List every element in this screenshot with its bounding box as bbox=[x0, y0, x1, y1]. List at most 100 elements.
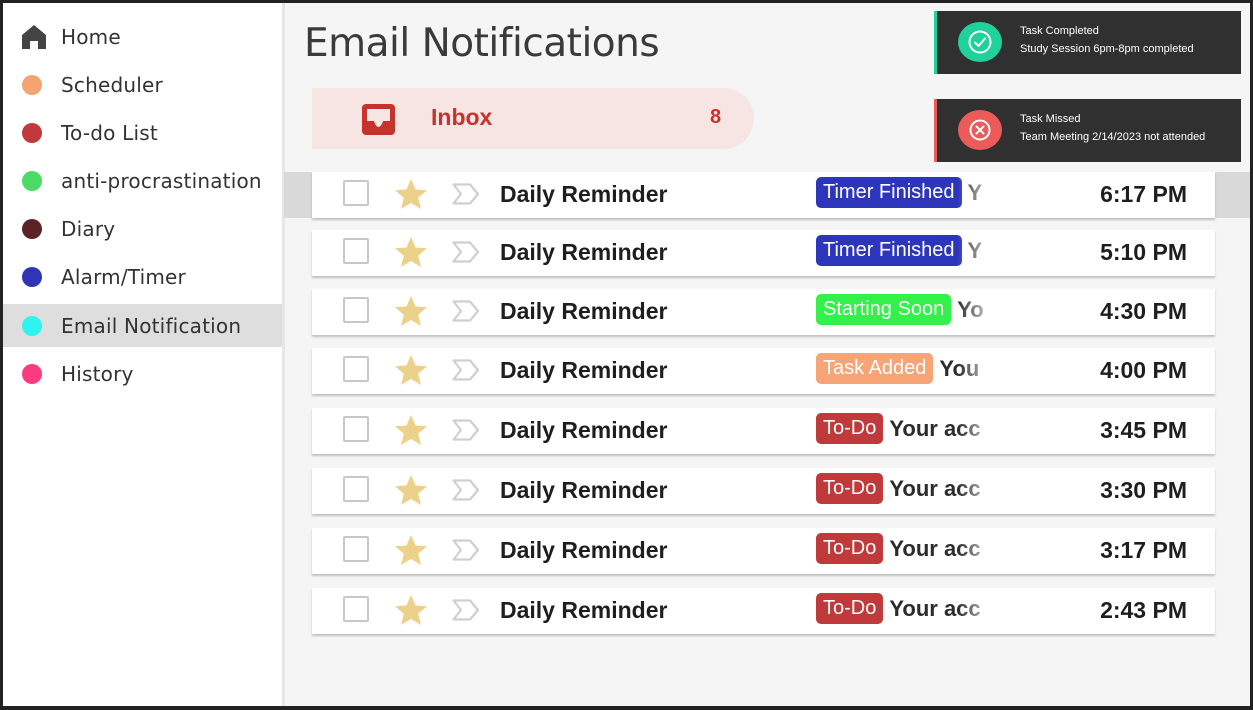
email-subject: To-Do Your acc bbox=[816, 413, 998, 449]
star-icon[interactable] bbox=[394, 295, 428, 327]
toast-task-completed[interactable]: Task Completed Study Session 6pm-8pm com… bbox=[934, 11, 1241, 74]
inbox-tab[interactable]: Inbox 8 bbox=[312, 88, 754, 149]
toast-task-missed[interactable]: Task Missed Team Meeting 2/14/2023 not a… bbox=[934, 99, 1241, 162]
select-checkbox[interactable] bbox=[343, 356, 369, 382]
email-label-tag: Timer Finished bbox=[816, 177, 962, 208]
email-label-tag: Task Added bbox=[816, 353, 934, 384]
sidebar-item-home[interactable]: Home bbox=[3, 15, 282, 58]
sidebar-item-label: anti-procrastination bbox=[61, 168, 262, 193]
important-marker-icon[interactable] bbox=[452, 539, 480, 561]
email-row[interactable]: Daily Reminder Task Added You 4:00 PM bbox=[312, 348, 1215, 394]
email-subject: Timer Finished Y bbox=[816, 177, 998, 213]
email-sender: Daily Reminder bbox=[500, 298, 668, 324]
page-title: Email Notifications bbox=[304, 21, 660, 66]
email-row[interactable]: Daily Reminder To-Do Your acc 2:43 PM bbox=[312, 588, 1215, 634]
sidebar-item-label: History bbox=[61, 361, 134, 386]
history-dot-icon bbox=[22, 363, 42, 384]
star-icon[interactable] bbox=[394, 354, 428, 386]
star-icon[interactable] bbox=[394, 414, 428, 446]
sidebar-item-label: Email Notification bbox=[61, 313, 242, 338]
select-checkbox[interactable] bbox=[343, 416, 369, 442]
toast-message: Team Meeting 2/14/2023 not attended bbox=[1020, 131, 1206, 143]
todo-list-dot-icon bbox=[22, 122, 42, 143]
important-marker-icon[interactable] bbox=[452, 599, 480, 621]
sidebar-item-email-notification[interactable]: Email Notification bbox=[3, 304, 282, 347]
email-subject: Task Added You bbox=[816, 353, 998, 389]
sidebar-item-diary[interactable]: Diary bbox=[3, 207, 282, 250]
toast-title: Task Missed bbox=[1020, 113, 1081, 125]
email-row[interactable]: Daily Reminder Starting Soon Yo 4:30 PM bbox=[312, 289, 1215, 335]
email-sender: Daily Reminder bbox=[500, 597, 668, 623]
sidebar-item-label: Diary bbox=[61, 216, 116, 241]
email-time: 3:17 PM bbox=[1100, 537, 1187, 563]
email-label-tag: To-Do bbox=[816, 413, 884, 444]
select-checkbox[interactable] bbox=[343, 297, 369, 323]
email-row[interactable]: Daily Reminder Timer Finished Y 5:10 PM bbox=[312, 230, 1215, 276]
email-sender: Daily Reminder bbox=[500, 477, 668, 503]
sidebar: Home Scheduler To-do List anti-procrasti… bbox=[3, 3, 285, 706]
email-sender: Daily Reminder bbox=[500, 417, 668, 443]
important-marker-icon[interactable] bbox=[452, 359, 480, 381]
home-icon bbox=[22, 25, 46, 49]
email-snippet: Y bbox=[967, 238, 983, 263]
sidebar-item-label: To-do List bbox=[61, 120, 158, 145]
email-row[interactable]: Daily Reminder Timer Finished Y 6:17 PM bbox=[312, 172, 1215, 218]
important-marker-icon[interactable] bbox=[452, 241, 480, 263]
select-checkbox[interactable] bbox=[343, 536, 369, 562]
email-snippet: Your acc bbox=[889, 416, 981, 441]
star-icon[interactable] bbox=[394, 594, 428, 626]
sidebar-item-scheduler[interactable]: Scheduler bbox=[3, 63, 282, 106]
email-subject: To-Do Your acc bbox=[816, 473, 998, 509]
sidebar-item-label: Scheduler bbox=[61, 72, 163, 97]
sidebar-item-anti-procrastination[interactable]: anti-procrastination bbox=[3, 159, 282, 202]
email-label-tag: To-Do bbox=[816, 593, 884, 624]
email-snippet: Your acc bbox=[889, 596, 981, 621]
email-subject: Starting Soon Yo bbox=[816, 294, 998, 330]
sidebar-item-history[interactable]: History bbox=[3, 352, 282, 395]
sidebar-item-alarm-timer[interactable]: Alarm/Timer bbox=[3, 255, 282, 298]
email-time: 2:43 PM bbox=[1100, 597, 1187, 623]
star-icon[interactable] bbox=[394, 236, 428, 268]
app-window: Home Scheduler To-do List anti-procrasti… bbox=[3, 3, 1250, 706]
email-time: 6:17 PM bbox=[1100, 181, 1187, 207]
email-time: 4:00 PM bbox=[1100, 357, 1187, 383]
important-marker-icon[interactable] bbox=[452, 419, 480, 441]
email-time: 3:30 PM bbox=[1100, 477, 1187, 503]
star-icon[interactable] bbox=[394, 534, 428, 566]
diary-dot-icon bbox=[22, 218, 42, 239]
email-row[interactable]: Daily Reminder To-Do Your acc 3:30 PM bbox=[312, 468, 1215, 514]
inbox-label: Inbox bbox=[431, 104, 493, 130]
email-subject: Timer Finished Y bbox=[816, 235, 998, 271]
email-subject: To-Do Your acc bbox=[816, 593, 998, 629]
email-sender: Daily Reminder bbox=[500, 181, 668, 207]
star-icon[interactable] bbox=[394, 474, 428, 506]
select-checkbox[interactable] bbox=[343, 476, 369, 502]
important-marker-icon[interactable] bbox=[452, 183, 480, 205]
star-icon[interactable] bbox=[394, 178, 428, 210]
email-row[interactable]: Daily Reminder To-Do Your acc 3:17 PM bbox=[312, 528, 1215, 574]
select-checkbox[interactable] bbox=[343, 596, 369, 622]
email-label-tag: To-Do bbox=[816, 533, 884, 564]
important-marker-icon[interactable] bbox=[452, 300, 480, 322]
important-marker-icon[interactable] bbox=[452, 479, 480, 501]
select-checkbox[interactable] bbox=[343, 238, 369, 264]
email-label-tag: To-Do bbox=[816, 473, 884, 504]
email-time: 4:30 PM bbox=[1100, 298, 1187, 324]
email-subject: To-Do Your acc bbox=[816, 533, 998, 569]
check-circle-icon bbox=[958, 22, 1002, 62]
email-label-tag: Timer Finished bbox=[816, 235, 962, 266]
email-notification-dot-icon bbox=[22, 315, 42, 336]
email-time: 5:10 PM bbox=[1100, 239, 1187, 265]
inbox-unread-count: 8 bbox=[710, 106, 722, 128]
select-checkbox[interactable] bbox=[343, 180, 369, 206]
sidebar-item-label: Home bbox=[61, 24, 121, 49]
email-snippet: You bbox=[939, 356, 980, 381]
sidebar-item-label: Alarm/Timer bbox=[61, 264, 186, 289]
email-snippet: Your acc bbox=[889, 476, 981, 501]
email-sender: Daily Reminder bbox=[500, 357, 668, 383]
email-label-tag: Starting Soon bbox=[816, 294, 952, 325]
sidebar-item-todo-list[interactable]: To-do List bbox=[3, 111, 282, 154]
email-row[interactable]: Daily Reminder To-Do Your acc 3:45 PM bbox=[312, 408, 1215, 454]
anti-procrastination-dot-icon bbox=[22, 170, 42, 191]
email-snippet: Y bbox=[967, 180, 983, 205]
